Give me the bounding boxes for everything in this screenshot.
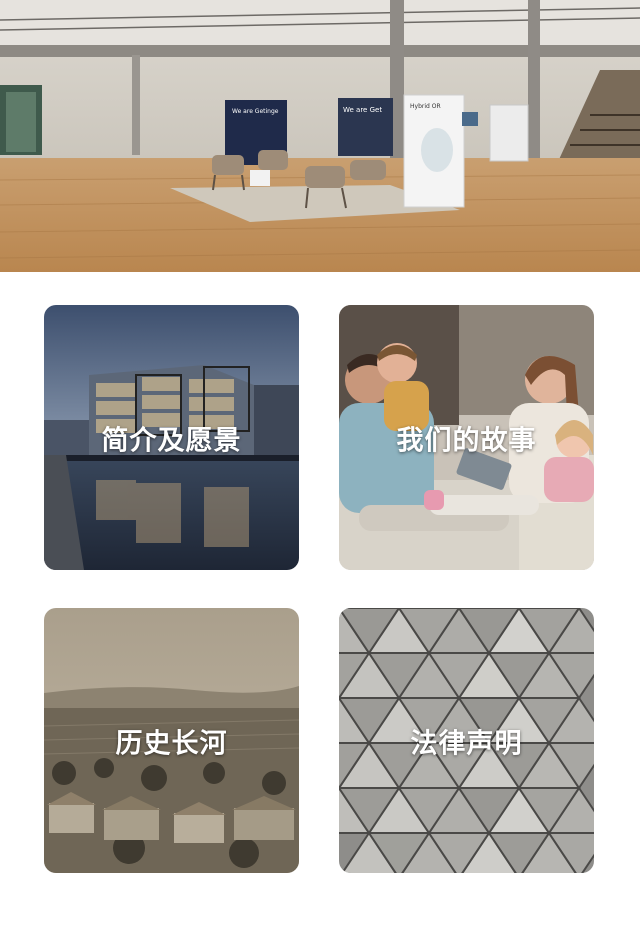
- card-story-label: 我们的故事: [396, 425, 537, 456]
- card-our-story[interactable]: 我们的故事: [339, 305, 594, 570]
- card-intro-vision[interactable]: 简介及愿景: [44, 305, 299, 570]
- card-intro-label: 简介及愿景: [101, 425, 242, 456]
- section-grid: 简介及愿景 我们的故事 历史长河 法律声明: [0, 0, 640, 929]
- card-history[interactable]: 历史长河: [44, 608, 299, 873]
- card-history-label: 历史长河: [115, 728, 228, 759]
- card-legal-notice[interactable]: 法律声明: [339, 608, 594, 873]
- card-legal-label: 法律声明: [410, 728, 523, 759]
